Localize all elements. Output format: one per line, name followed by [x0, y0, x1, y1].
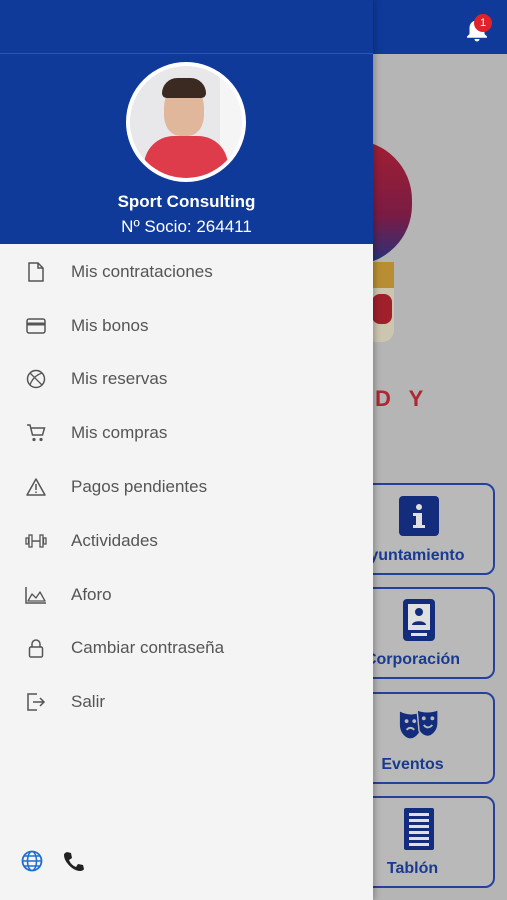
navigation-drawer: Sport Consulting Nº Socio: 264411 Mis co…: [0, 0, 373, 900]
dumbbell-icon: [25, 530, 47, 552]
menu-label: Aforo: [71, 584, 112, 604]
drawer-menu: Mis contrataciones Mis bonos Mis reserva…: [0, 245, 373, 729]
logout-icon: [25, 691, 47, 713]
drawer-header: Sport Consulting Nº Socio: 264411: [0, 54, 373, 244]
area-chart-icon: [25, 584, 47, 606]
warning-icon: [25, 476, 47, 498]
menu-item-cambiar-contrasena[interactable]: Cambiar contraseña: [0, 622, 373, 676]
drawer-footer: [0, 848, 373, 878]
menu-item-pagos-pendientes[interactable]: Pagos pendientes: [0, 460, 373, 514]
menu-item-mis-contrataciones[interactable]: Mis contrataciones: [0, 245, 373, 299]
lock-icon: [25, 637, 47, 659]
menu-item-actividades[interactable]: Actividades: [0, 514, 373, 568]
menu-item-mis-compras[interactable]: Mis compras: [0, 406, 373, 460]
menu-label: Mis contrataciones: [71, 261, 213, 281]
menu-label: Cambiar contraseña: [71, 638, 225, 658]
menu-item-mis-bonos[interactable]: Mis bonos: [0, 299, 373, 353]
menu-label: Mis reservas: [71, 369, 168, 389]
globe-icon[interactable]: [21, 850, 45, 874]
cart-icon: [25, 422, 47, 444]
menu-label: Mis compras: [71, 423, 168, 443]
member-number: Nº Socio: 264411: [121, 217, 252, 236]
scrim-overlay[interactable]: [373, 54, 507, 900]
menu-item-aforo[interactable]: Aforo: [0, 568, 373, 622]
menu-item-mis-reservas[interactable]: Mis reservas: [0, 353, 373, 407]
menu-label: Salir: [71, 692, 106, 712]
card-icon: [25, 315, 47, 337]
user-name: Sport Consulting: [117, 192, 256, 211]
document-icon: [25, 261, 47, 283]
menu-item-salir[interactable]: Salir: [0, 675, 373, 729]
ball-icon: [25, 368, 47, 390]
menu-label: Pagos pendientes: [71, 477, 208, 497]
phone-icon[interactable]: [63, 850, 87, 874]
notification-badge: 1: [474, 14, 492, 32]
menu-label: Mis bonos: [71, 315, 149, 335]
avatar[interactable]: [126, 62, 246, 182]
drawer-top-bar: [0, 0, 373, 54]
menu-label: Actividades: [71, 530, 158, 550]
